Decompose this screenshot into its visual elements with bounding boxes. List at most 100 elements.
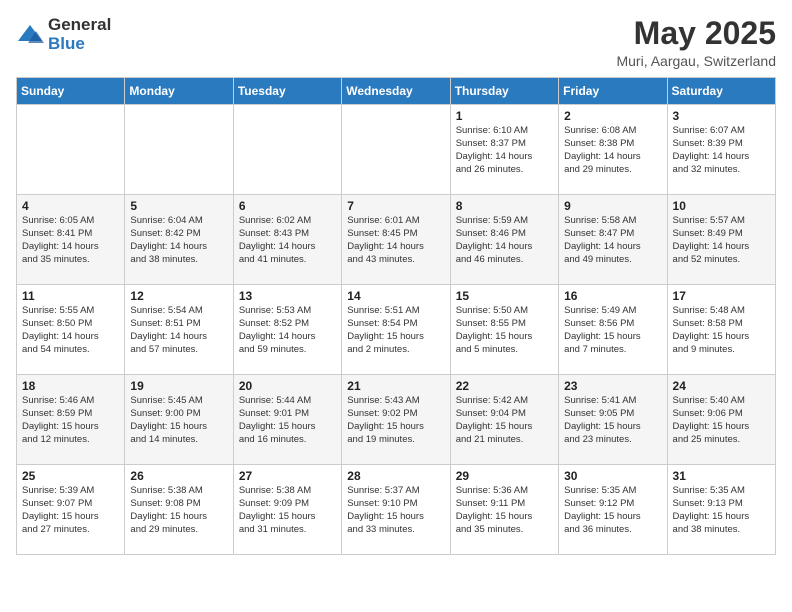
page-header: General Blue May 2025 Muri, Aargau, Swit… xyxy=(16,16,776,69)
calendar-body: 1 Sunrise: 6:10 AM Sunset: 8:37 PM Daylig… xyxy=(17,105,776,555)
day-number: 7 xyxy=(347,199,444,213)
day-info: Sunrise: 5:42 AM Sunset: 9:04 PM Dayligh… xyxy=(456,395,553,446)
day-cell xyxy=(342,105,450,195)
day-number: 22 xyxy=(456,379,553,393)
day-cell: 15 Sunrise: 5:50 AM Sunset: 8:55 PM Dayli… xyxy=(450,285,558,375)
day-cell: 25Sunrise: 5:39 AM Sunset: 9:07 PM Dayli… xyxy=(17,465,125,555)
week-row: 1 Sunrise: 6:10 AM Sunset: 8:37 PM Daylig… xyxy=(17,105,776,195)
day-cell: 29 Sunrise: 5:36 AM Sunset: 9:11 PM Dayli… xyxy=(450,465,558,555)
day-info: Sunrise: 5:36 AM Sunset: 9:11 PM Dayligh… xyxy=(456,485,553,536)
day-cell: 10 Sunrise: 5:57 AM Sunset: 8:49 PM Dayli… xyxy=(667,195,775,285)
header-cell-monday: Monday xyxy=(125,78,233,105)
day-number: 11 xyxy=(22,289,119,303)
header-cell-wednesday: Wednesday xyxy=(342,78,450,105)
day-number: 15 xyxy=(456,289,553,303)
day-cell: 3Sunrise: 6:07 AM Sunset: 8:39 PM Daylig… xyxy=(667,105,775,195)
day-cell: 30Sunrise: 5:35 AM Sunset: 9:12 PM Dayli… xyxy=(559,465,667,555)
day-info: Sunrise: 5:43 AM Sunset: 9:02 PM Dayligh… xyxy=(347,395,444,446)
day-cell: 26Sunrise: 5:38 AM Sunset: 9:08 PM Dayli… xyxy=(125,465,233,555)
logo-text: General Blue xyxy=(48,16,111,53)
day-number: 24 xyxy=(673,379,770,393)
day-info: Sunrise: 6:05 AM Sunset: 8:41 PM Dayligh… xyxy=(22,215,119,266)
day-cell: 13 Sunrise: 5:53 AM Sunset: 8:52 PM Dayli… xyxy=(233,285,341,375)
day-info: Sunrise: 5:38 AM Sunset: 9:08 PM Dayligh… xyxy=(130,485,227,536)
day-info: Sunrise: 5:54 AM Sunset: 8:51 PM Dayligh… xyxy=(130,305,227,356)
day-info: Sunrise: 5:35 AM Sunset: 9:13 PM Dayligh… xyxy=(673,485,770,536)
day-cell: 28Sunrise: 5:37 AM Sunset: 9:10 PM Dayli… xyxy=(342,465,450,555)
day-number: 23 xyxy=(564,379,661,393)
day-cell: 20Sunrise: 5:44 AM Sunset: 9:01 PM Dayli… xyxy=(233,375,341,465)
day-number: 17 xyxy=(673,289,770,303)
day-cell: 17 Sunrise: 5:48 AM Sunset: 8:58 PM Dayli… xyxy=(667,285,775,375)
logo-icon xyxy=(16,21,44,49)
day-cell: 5 Sunrise: 6:04 AM Sunset: 8:42 PM Daylig… xyxy=(125,195,233,285)
day-number: 12 xyxy=(130,289,227,303)
day-info: Sunrise: 5:37 AM Sunset: 9:10 PM Dayligh… xyxy=(347,485,444,536)
week-row: 4 Sunrise: 6:05 AM Sunset: 8:41 PM Daylig… xyxy=(17,195,776,285)
day-cell xyxy=(233,105,341,195)
calendar-title: May 2025 xyxy=(616,16,776,51)
day-info: Sunrise: 5:48 AM Sunset: 8:58 PM Dayligh… xyxy=(673,305,770,356)
day-info: Sunrise: 5:55 AM Sunset: 8:50 PM Dayligh… xyxy=(22,305,119,356)
day-number: 4 xyxy=(22,199,119,213)
day-cell: 27 Sunrise: 5:38 AM Sunset: 9:09 PM Dayli… xyxy=(233,465,341,555)
day-info: Sunrise: 5:40 AM Sunset: 9:06 PM Dayligh… xyxy=(673,395,770,446)
day-info: Sunrise: 5:53 AM Sunset: 8:52 PM Dayligh… xyxy=(239,305,336,356)
day-cell xyxy=(125,105,233,195)
day-info: Sunrise: 5:46 AM Sunset: 8:59 PM Dayligh… xyxy=(22,395,119,446)
day-cell: 2Sunrise: 6:08 AM Sunset: 8:38 PM Daylig… xyxy=(559,105,667,195)
day-number: 5 xyxy=(130,199,227,213)
header-cell-tuesday: Tuesday xyxy=(233,78,341,105)
day-cell: 24 Sunrise: 5:40 AM Sunset: 9:06 PM Dayli… xyxy=(667,375,775,465)
day-info: Sunrise: 5:57 AM Sunset: 8:49 PM Dayligh… xyxy=(673,215,770,266)
day-info: Sunrise: 5:58 AM Sunset: 8:47 PM Dayligh… xyxy=(564,215,661,266)
week-row: 11 Sunrise: 5:55 AM Sunset: 8:50 PM Dayli… xyxy=(17,285,776,375)
day-info: Sunrise: 6:10 AM Sunset: 8:37 PM Dayligh… xyxy=(456,125,553,176)
logo-blue: Blue xyxy=(48,35,111,54)
day-info: Sunrise: 6:04 AM Sunset: 8:42 PM Dayligh… xyxy=(130,215,227,266)
day-number: 16 xyxy=(564,289,661,303)
day-number: 10 xyxy=(673,199,770,213)
calendar-table: SundayMondayTuesdayWednesdayThursdayFrid… xyxy=(16,77,776,555)
day-number: 29 xyxy=(456,469,553,483)
day-info: Sunrise: 5:38 AM Sunset: 9:09 PM Dayligh… xyxy=(239,485,336,536)
day-info: Sunrise: 5:59 AM Sunset: 8:46 PM Dayligh… xyxy=(456,215,553,266)
week-row: 18 Sunrise: 5:46 AM Sunset: 8:59 PM Dayli… xyxy=(17,375,776,465)
day-number: 14 xyxy=(347,289,444,303)
day-cell: 11 Sunrise: 5:55 AM Sunset: 8:50 PM Dayli… xyxy=(17,285,125,375)
day-info: Sunrise: 5:45 AM Sunset: 9:00 PM Dayligh… xyxy=(130,395,227,446)
day-number: 19 xyxy=(130,379,227,393)
day-info: Sunrise: 6:07 AM Sunset: 8:39 PM Dayligh… xyxy=(673,125,770,176)
day-number: 9 xyxy=(564,199,661,213)
day-number: 21 xyxy=(347,379,444,393)
day-cell: 9 Sunrise: 5:58 AM Sunset: 8:47 PM Daylig… xyxy=(559,195,667,285)
header-cell-friday: Friday xyxy=(559,78,667,105)
day-number: 8 xyxy=(456,199,553,213)
logo-general: General xyxy=(48,16,111,35)
day-number: 18 xyxy=(22,379,119,393)
calendar-header: SundayMondayTuesdayWednesdayThursdayFrid… xyxy=(17,78,776,105)
day-cell: 19 Sunrise: 5:45 AM Sunset: 9:00 PM Dayli… xyxy=(125,375,233,465)
day-cell: 21 Sunrise: 5:43 AM Sunset: 9:02 PM Dayli… xyxy=(342,375,450,465)
day-info: Sunrise: 6:01 AM Sunset: 8:45 PM Dayligh… xyxy=(347,215,444,266)
day-number: 25 xyxy=(22,469,119,483)
day-number: 27 xyxy=(239,469,336,483)
header-row: SundayMondayTuesdayWednesdayThursdayFrid… xyxy=(17,78,776,105)
day-number: 2 xyxy=(564,109,661,123)
day-number: 20 xyxy=(239,379,336,393)
day-cell: 23Sunrise: 5:41 AM Sunset: 9:05 PM Dayli… xyxy=(559,375,667,465)
header-cell-saturday: Saturday xyxy=(667,78,775,105)
day-number: 1 xyxy=(456,109,553,123)
day-cell: 18 Sunrise: 5:46 AM Sunset: 8:59 PM Dayli… xyxy=(17,375,125,465)
day-info: Sunrise: 5:35 AM Sunset: 9:12 PM Dayligh… xyxy=(564,485,661,536)
day-cell: 4 Sunrise: 6:05 AM Sunset: 8:41 PM Daylig… xyxy=(17,195,125,285)
day-cell: 1 Sunrise: 6:10 AM Sunset: 8:37 PM Daylig… xyxy=(450,105,558,195)
header-cell-sunday: Sunday xyxy=(17,78,125,105)
header-cell-thursday: Thursday xyxy=(450,78,558,105)
day-info: Sunrise: 5:50 AM Sunset: 8:55 PM Dayligh… xyxy=(456,305,553,356)
day-cell: 22 Sunrise: 5:42 AM Sunset: 9:04 PM Dayli… xyxy=(450,375,558,465)
day-cell: 8 Sunrise: 5:59 AM Sunset: 8:46 PM Daylig… xyxy=(450,195,558,285)
title-block: May 2025 Muri, Aargau, Switzerland xyxy=(616,16,776,69)
day-number: 13 xyxy=(239,289,336,303)
logo: General Blue xyxy=(16,16,111,53)
